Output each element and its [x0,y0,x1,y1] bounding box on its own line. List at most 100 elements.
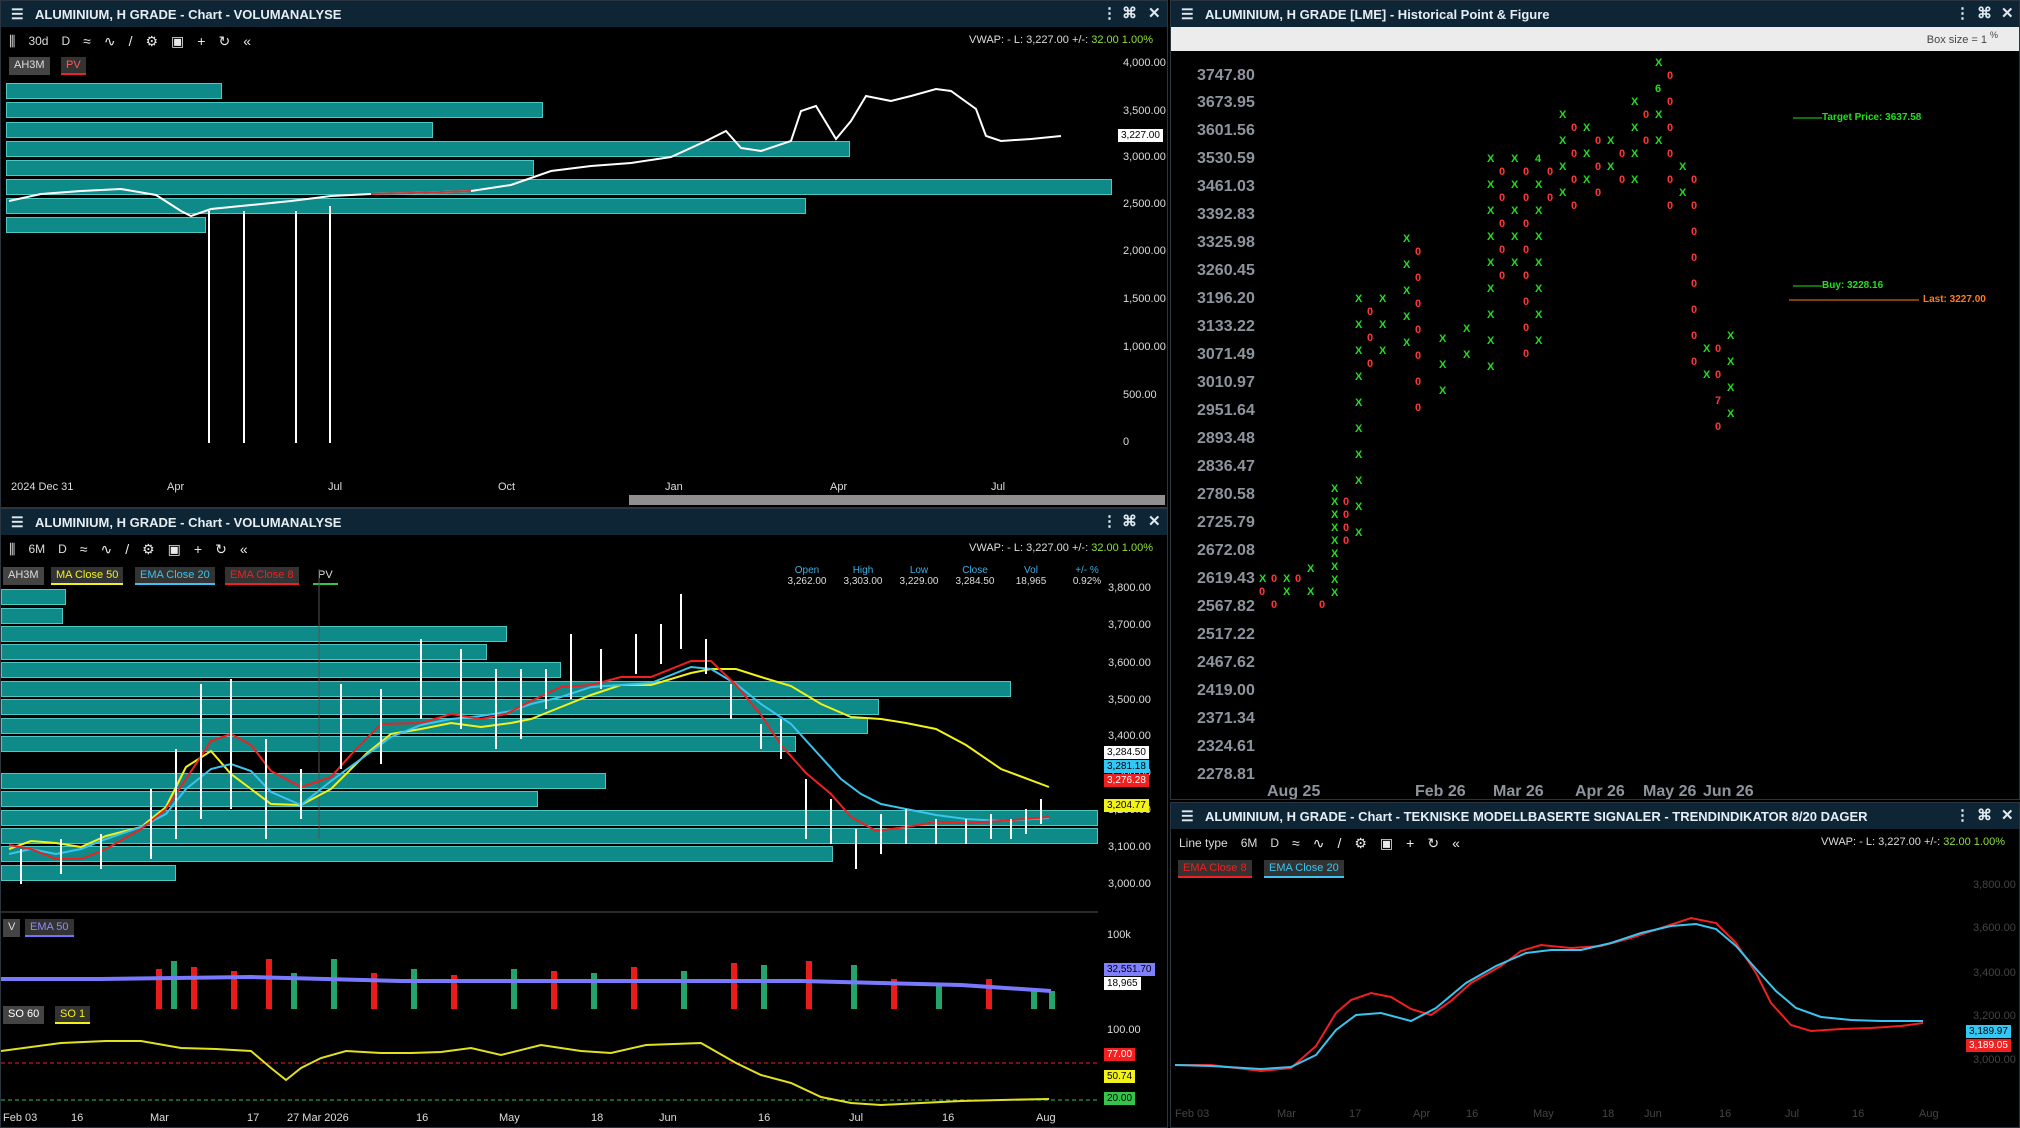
x-axis-tick: Jul [328,481,343,493]
y-axis-tick: 3,800.00 [1973,879,2016,891]
pf-y-tick: 2467.62 [1197,654,1255,671]
pf-y-tick: 2672.08 [1197,542,1255,559]
x-axis-tick: 16 [758,1112,771,1124]
volume-tag[interactable]: V [3,919,21,937]
horizontal-scrollbar[interactable] [629,495,1165,505]
y-axis-tick: 3,500.00 [1123,105,1166,117]
x-axis-tick: 16 [1466,1108,1479,1120]
indicator-chart [1,569,1098,913]
pf-y-tick: 2371.34 [1197,710,1255,727]
y-axis-tick: 3,000.00 [1123,151,1166,163]
x-axis-tick: Jul [849,1112,864,1124]
y-axis-tick: 3,600.00 [1108,657,1151,669]
pf-y-tick: 2517.22 [1197,626,1255,643]
so60-tag[interactable]: SO 60 [3,1006,45,1024]
x-axis-tick: 2024 Dec 31 [11,481,74,493]
pf-x-tick: May 26 [1643,783,1697,800]
pf-y-tick: 2893.48 [1197,430,1255,447]
pf-x-tick: Feb 26 [1415,783,1466,800]
y-axis-tick: 3,600.00 [1973,922,2016,934]
link-icon[interactable]: ⌘ [1122,4,1137,22]
x-axis-tick: Jun [659,1112,677,1124]
y-axis-tick: 0 [1123,436,1130,448]
price-bar-series [20,594,1042,884]
more-icon[interactable]: ⋮ [1102,512,1117,530]
x-axis-tick: Jul [991,481,1006,493]
x-axis-tick: Apr [167,481,185,493]
x-axis-tick: 18 [591,1112,604,1124]
ema-crossover-chart [1174,916,1924,1073]
ema20-price-label: 3,281.18 [1104,760,1149,773]
so-upper-label: 77.00 [1104,1048,1136,1061]
pf-y-tick: 2619.43 [1197,570,1255,587]
volume-analysis-6m-panel: ☰ ALUMINIUM, H GRADE - Chart - VOLUMANAL… [0,508,1168,1128]
so1-tag[interactable]: SO 1 [55,1006,91,1024]
last-price-label: Last: 3227.00 [1923,294,1986,305]
ema8-price-label: 3,189.05 [1966,1039,2011,1052]
x-axis-tick: Mar [1277,1108,1296,1120]
y-axis-tick: 2,000.00 [1123,245,1166,257]
x-axis-tick: 16 [942,1112,955,1124]
pf-x-tick: Aug 25 [1267,783,1321,800]
x-axis-tick: Feb 03 [3,1112,38,1124]
so-axis-tick: 100.00 [1107,1024,1141,1036]
point-and-figure-panel: ☰ ALUMINIUM, H GRADE [LME] - Historical … [1170,0,2020,800]
pf-annotations [1789,117,1919,301]
so-current-label: 50.74 [1104,1070,1136,1083]
trend-indicator-panel: ☰ ALUMINIUM, H GRADE - Chart - TEKNISKE … [1170,802,2020,1128]
y-axis-tick: 3,000.00 [1108,878,1151,890]
pf-y-tick: 2278.81 [1197,766,1255,783]
target-price-label: Target Price: 3637.58 [1822,112,1922,123]
pf-y-tick: 2780.58 [1197,486,1255,503]
y-axis-tick: 3,400.00 [1973,967,2016,979]
x-axis-tick: 27 Mar 2026 [287,1112,349,1124]
pf-y-tick: 2951.64 [1197,402,1255,419]
y-axis-tick: 3,000.00 [1973,1054,2016,1066]
x-axis-tick: 16 [1719,1108,1732,1120]
y-axis-tick: 2,500.00 [1123,198,1166,210]
y-axis-tick: 1,000.00 [1123,341,1166,353]
y-axis-tick: 3,700.00 [1108,619,1151,631]
close-icon[interactable]: ✕ [1148,4,1161,22]
volume-histogram [1,959,1055,1009]
pf-y-tick: 3071.49 [1197,346,1255,363]
x-axis-tick: Apr [830,481,848,493]
so-lower-label: 20.00 [1104,1092,1136,1105]
ma50-price-label: 3,204.77 [1104,799,1149,812]
y-axis-tick: 3,500.00 [1108,694,1151,706]
y-axis-tick: 4,000.00 [1123,57,1166,69]
x-axis-tick: Apr [1413,1108,1431,1120]
volume-ema-tag[interactable]: EMA 50 [25,919,74,937]
x-axis-tick: Jan [665,481,683,493]
stochastic-oscillator-chart [1,1040,1098,1107]
x-axis-tick: Oct [498,481,516,493]
y-axis-tick: 500.00 [1123,389,1157,401]
x-axis-tick: Aug [1919,1108,1939,1120]
price-line-chart [8,87,1062,443]
y-axis-tick: 3,800.00 [1108,582,1151,594]
pf-y-tick: 2567.82 [1197,598,1255,615]
y-axis-tick: 3,200.00 [1973,1010,2016,1022]
last-price-label: 3,227.00 [1118,129,1163,142]
x-axis-tick: 18 [1602,1108,1615,1120]
x-axis-tick: May [499,1112,520,1124]
link-icon[interactable]: ⌘ [1122,512,1137,530]
ema20-price-label: 3,189.97 [1966,1025,2011,1038]
x-axis-tick: 17 [1349,1108,1362,1120]
x-axis-tick: Mar [150,1112,169,1124]
pf-y-tick: 2324.61 [1197,738,1255,755]
pf-x-tick: Apr 26 [1575,783,1625,800]
volume-axis-tick: 100k [1107,929,1131,941]
pf-x-tick: Mar 26 [1493,783,1544,800]
x-axis-tick: 17 [247,1112,260,1124]
x-axis-tick: 16 [416,1112,429,1124]
x-axis-tick: Aug [1036,1112,1056,1124]
x-axis-tick: May [1533,1108,1554,1120]
pf-y-tick: 2836.47 [1197,458,1255,475]
close-icon[interactable]: ✕ [1148,512,1161,530]
y-axis-tick: 3,400.00 [1108,730,1151,742]
y-axis-tick: 3,100.00 [1108,841,1151,853]
volume-analysis-yearly-panel: ☰ ALUMINIUM, H GRADE - Chart - VOLUMANAL… [0,0,1168,508]
pf-y-tick: 2419.00 [1197,682,1255,699]
y-axis-tick: 1,500.00 [1123,293,1166,305]
